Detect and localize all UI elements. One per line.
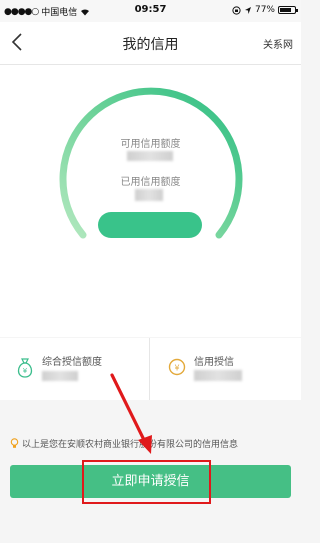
relationship-network-link[interactable]: 关系网 bbox=[263, 36, 293, 51]
status-right: 77% bbox=[232, 5, 298, 15]
available-credit-value-masked bbox=[127, 151, 173, 161]
page-title: 我的信用 bbox=[122, 37, 179, 53]
total-credit-value-masked bbox=[42, 371, 78, 381]
battery-icon bbox=[278, 6, 298, 14]
lock-rotation-icon bbox=[232, 5, 241, 15]
nav-bar: 我的信用 关系网 bbox=[0, 22, 301, 65]
annotation-arrow-icon bbox=[110, 373, 152, 454]
coin-icon: ¥ bbox=[168, 358, 186, 376]
used-credit-value-masked bbox=[135, 189, 163, 201]
battery-percent: 77% bbox=[254, 5, 275, 15]
credit-value-masked bbox=[194, 370, 242, 381]
available-credit-label: 可用信用额度 bbox=[120, 139, 181, 150]
credit-gauge-panel: 可用信用额度 已用信用额度 bbox=[0, 65, 301, 337]
annotation-highlight-box bbox=[82, 460, 211, 504]
location-icon bbox=[244, 6, 251, 14]
gauge-action-button[interactable] bbox=[98, 212, 202, 238]
bulb-icon bbox=[10, 438, 19, 448]
money-bag-icon: ¥ bbox=[17, 358, 33, 378]
total-credit-label: 综合授信额度 bbox=[42, 357, 102, 368]
svg-text:¥: ¥ bbox=[23, 367, 28, 375]
credit-label: 信用授信 bbox=[194, 357, 234, 368]
status-bar: ●●●●○ 中国电信 09:57 77% bbox=[0, 0, 301, 22]
used-credit-label: 已用信用额度 bbox=[120, 177, 181, 188]
svg-text:¥: ¥ bbox=[174, 364, 179, 373]
